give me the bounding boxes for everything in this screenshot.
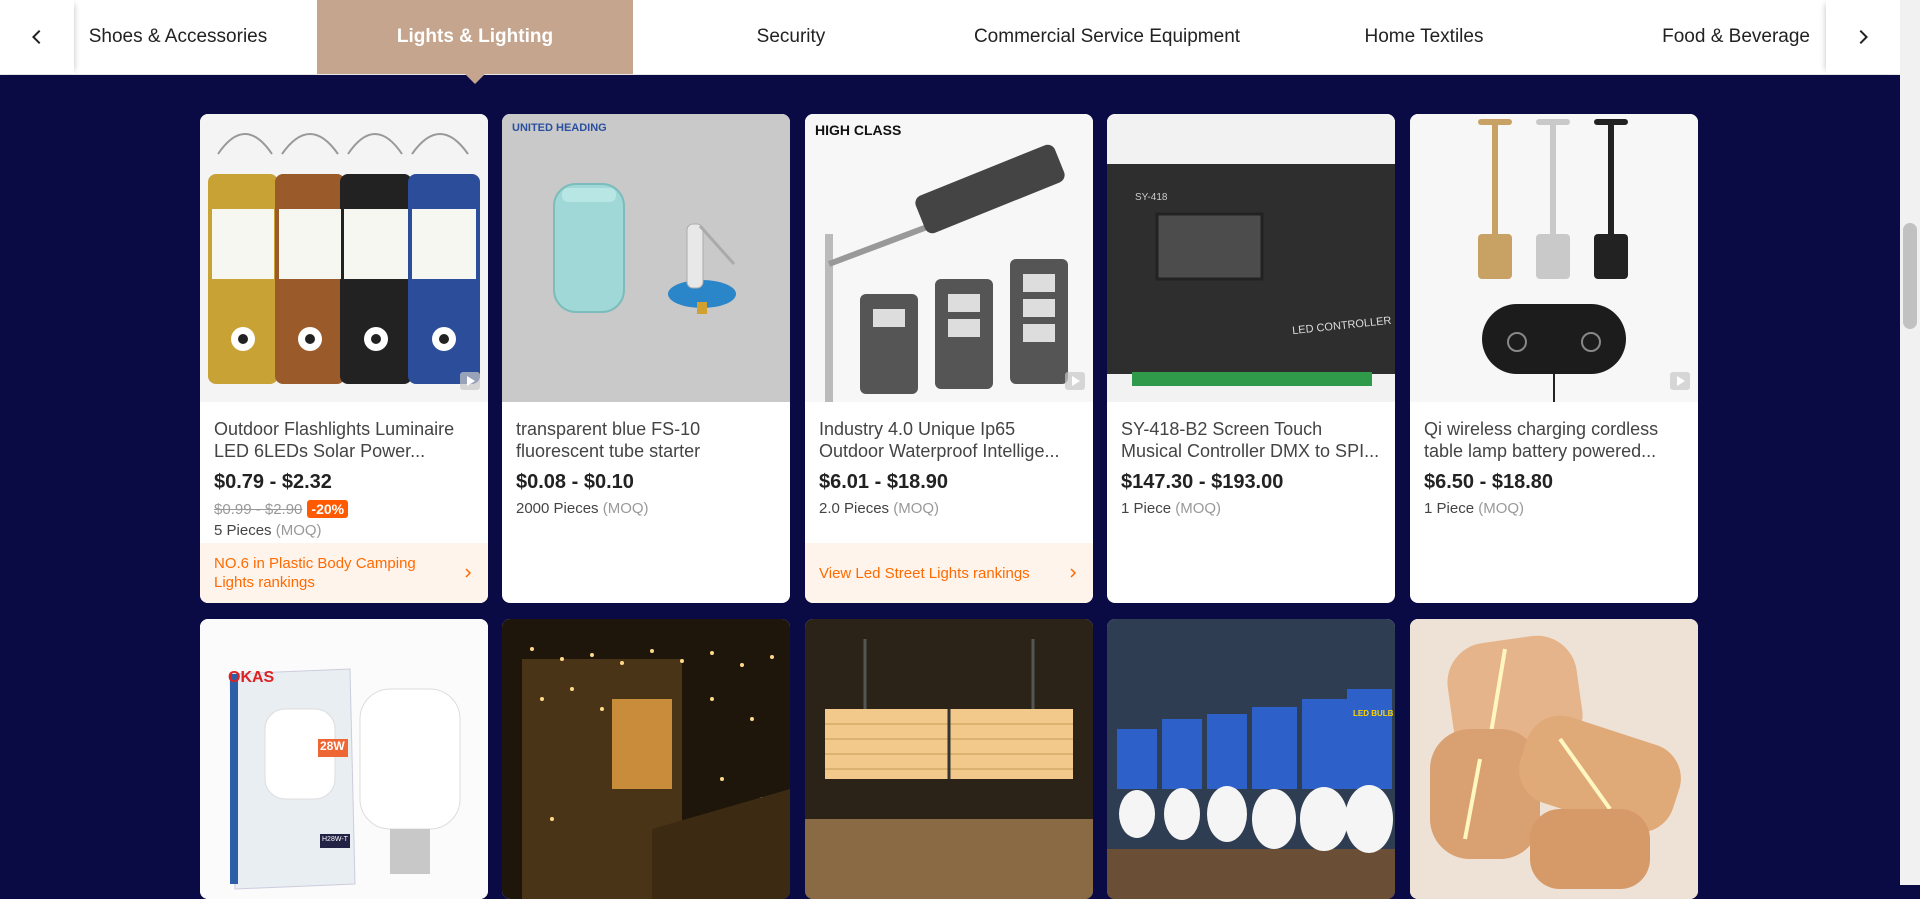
device-model-label: SY-418 [1135, 192, 1168, 203]
product-image-led-bulb-box: OKAS 28W H28W-T [200, 619, 488, 899]
category-nav: Shoes & Accessories Lights & Lighting Se… [0, 0, 1900, 84]
product-card[interactable] [502, 619, 790, 899]
product-image-table-lamp [1410, 114, 1698, 402]
product-title: Outdoor Flashlights Luminaire LED 6LEDs … [214, 419, 455, 461]
product-price: $6.01 - $18.90 [819, 471, 948, 493]
chevron-right-icon [1070, 568, 1077, 578]
brand-logo: UNITED HEADING [512, 122, 607, 134]
chevron-left-icon [31, 29, 41, 45]
product-moq: 2000 Pieces (MOQ) [516, 500, 649, 517]
product-title: SY-418-B2 Screen Touch Musical Controlle… [1121, 419, 1380, 461]
product-image-grow-light [805, 619, 1093, 899]
product-image-street-lights: HIGH CLASS [805, 114, 1093, 402]
category-prev-button[interactable] [0, 0, 74, 74]
original-price: $0.99 - $2.90 [214, 500, 303, 518]
product-image-lanterns [200, 114, 488, 402]
discount-badge: -20% [307, 500, 349, 518]
product-image-led-bulbs: LED BULB [1107, 619, 1395, 899]
product-moq: 1 Piece (MOQ) [1424, 500, 1525, 517]
product-card[interactable]: Outdoor Flashlights Luminaire LED 6LEDs … [200, 114, 488, 603]
video-icon [1670, 372, 1690, 390]
chevron-right-icon [1859, 29, 1869, 45]
product-price: $6.50 - $18.80 [1424, 471, 1553, 493]
product-price: $147.30 - $193.00 [1121, 471, 1284, 493]
page-scrollbar[interactable] [1900, 0, 1920, 885]
page-scrollbar-thumb[interactable] [1903, 223, 1917, 329]
box-wattage-label: 28W [320, 739, 345, 753]
category-tab-food[interactable]: Food & Beverage [1582, 0, 1826, 74]
product-title: Qi wireless charging cordless table lamp… [1424, 419, 1659, 461]
ranking-text: NO.6 in Plastic Body Camping Lights rank… [214, 555, 416, 591]
category-tab-security[interactable]: Security [633, 0, 949, 74]
box-brand-label: OKAS [228, 669, 275, 686]
category-tab-commercial[interactable]: Commercial Service Equipment [949, 0, 1265, 74]
product-card[interactable]: HIGH CLASS Industry 4.0 Unique Ip65 Outd… [805, 114, 1093, 603]
product-card[interactable]: Qi wireless charging cordless table lamp… [1410, 114, 1698, 603]
product-title: transparent blue FS-10 fluorescent tube … [516, 419, 701, 461]
product-price: $0.08 - $0.10 [516, 471, 634, 493]
category-next-button[interactable] [1826, 0, 1900, 74]
category-tab-lights[interactable]: Lights & Lighting [317, 0, 633, 84]
product-price: $0.79 - $2.32 [214, 471, 332, 493]
category-tab-home-textiles[interactable]: Home Textiles [1266, 0, 1582, 74]
product-card[interactable] [1410, 619, 1698, 899]
ranking-link[interactable]: View Led Street Lights rankings [805, 543, 1093, 603]
product-card[interactable]: LED BULB [1107, 619, 1395, 899]
product-image-starter: UNITED HEADING [502, 114, 790, 402]
video-icon [1065, 372, 1085, 390]
product-card[interactable]: OKAS 28W H28W-T [200, 619, 488, 899]
ranking-text: View Led Street Lights rankings [819, 564, 1030, 582]
video-icon [460, 372, 480, 390]
product-title: Industry 4.0 Unique Ip65 Outdoor Waterpr… [819, 419, 1060, 461]
product-card[interactable]: UNITED HEADING transparent blue FS-10 fl… [502, 114, 790, 603]
box-model-label: H28W-T [322, 836, 348, 843]
ranking-link[interactable]: NO.6 in Plastic Body Camping Lights rank… [200, 543, 488, 603]
product-moq: 2.0 Pieces (MOQ) [819, 500, 940, 517]
product-image-string-lights [502, 619, 790, 899]
box-label: LED BULB [1353, 709, 1394, 718]
product-image-wooden-bases [1410, 619, 1698, 899]
brand-logo: HIGH CLASS [815, 122, 902, 138]
product-moq: 1 Piece (MOQ) [1121, 500, 1222, 517]
product-card[interactable]: SY-418 LED CONTROLLER SY-418-B2 Screen T… [1107, 114, 1395, 603]
chevron-right-icon [465, 568, 472, 578]
product-moq: 5 Pieces (MOQ) [214, 522, 322, 539]
product-card[interactable] [805, 619, 1093, 899]
product-image-led-controller: SY-418 LED CONTROLLER [1107, 114, 1395, 402]
